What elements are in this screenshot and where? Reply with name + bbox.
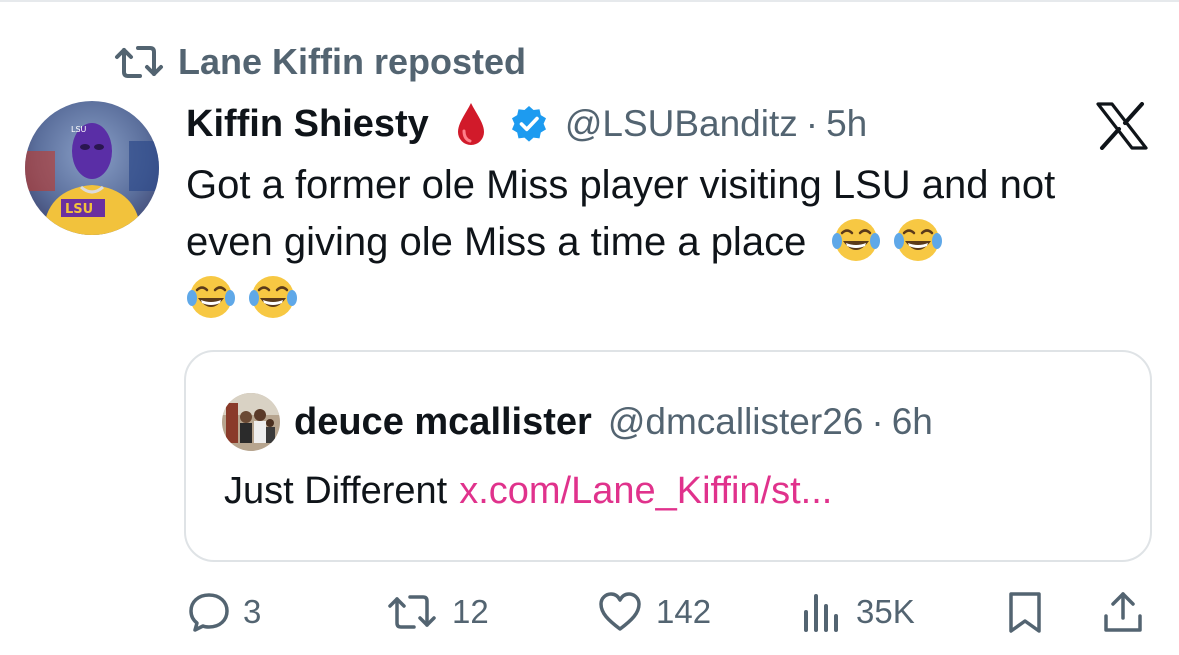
top-divider: [0, 0, 1179, 2]
quoted-tweet-text: Just Different: [224, 470, 448, 512]
tears-of-joy-emoji-icon: [831, 215, 881, 265]
repost-button[interactable]: 12: [384, 584, 489, 640]
tweet-body: Got a former ole Miss player visiting LS…: [186, 157, 1146, 328]
separator-dot: ·: [871, 401, 884, 442]
views-count: 35K: [856, 593, 915, 630]
repost-label: Lane Kiffin reposted: [178, 41, 527, 82]
tears-of-joy-emoji-icon: [893, 215, 943, 265]
views-chart-icon: [804, 594, 838, 632]
share-button[interactable]: [1101, 584, 1145, 640]
reply-button[interactable]: 3: [187, 584, 261, 640]
blood-drop-icon: [455, 101, 487, 147]
share-icon: [1104, 592, 1142, 632]
views-button[interactable]: 35K: [800, 584, 915, 640]
author-handle[interactable]: @LSUBanditz: [565, 103, 798, 145]
tears-of-joy-emoji-icon: [186, 272, 236, 322]
heart-icon: [599, 592, 641, 631]
quoted-tweet-header: deuce mcallister @dmcallister26 · 6h: [222, 393, 933, 451]
tweet-action-bar: 3 12 142 35K: [0, 584, 1179, 640]
quoted-author-handle[interactable]: @dmcallister26: [608, 401, 864, 443]
reply-count: 3: [243, 593, 262, 630]
x-logo-icon: [1096, 102, 1148, 150]
quoted-author-avatar[interactable]: [222, 393, 280, 451]
like-count: 142: [656, 593, 712, 630]
author-avatar[interactable]: LSU LSU: [25, 101, 159, 235]
quoted-author-name[interactable]: deuce mcallister: [294, 401, 592, 444]
repost-icon: [388, 595, 436, 629]
like-button[interactable]: 142: [596, 584, 711, 640]
tears-of-joy-emoji-icon: [248, 272, 298, 322]
svg-text:LSU: LSU: [65, 202, 93, 217]
repost-context[interactable]: Lane Kiffin reposted: [114, 40, 526, 84]
quoted-tweet-card[interactable]: deuce mcallister @dmcallister26 · 6h Jus…: [184, 350, 1152, 562]
bookmark-icon: [1009, 592, 1041, 633]
tweet-timestamp[interactable]: 5h: [826, 103, 867, 145]
bookmark-button[interactable]: [1003, 584, 1047, 640]
reply-icon: [189, 593, 229, 632]
repost-count: 12: [452, 593, 489, 630]
svg-text:LSU: LSU: [71, 125, 87, 134]
tweet-header: Kiffin Shiesty @LSUBanditz · 5h: [186, 96, 867, 152]
quoted-tweet-link[interactable]: x.com/Lane_Kiffin/st...: [459, 470, 832, 512]
separator-dot: ·: [805, 103, 819, 144]
repost-icon: [115, 46, 163, 78]
quoted-tweet-timestamp[interactable]: 6h: [892, 401, 933, 443]
quoted-tweet-body: Just Different x.com/Lane_Kiffin/st...: [224, 470, 832, 513]
verified-badge-icon[interactable]: [509, 104, 549, 144]
author-name[interactable]: Kiffin Shiesty: [186, 103, 429, 146]
